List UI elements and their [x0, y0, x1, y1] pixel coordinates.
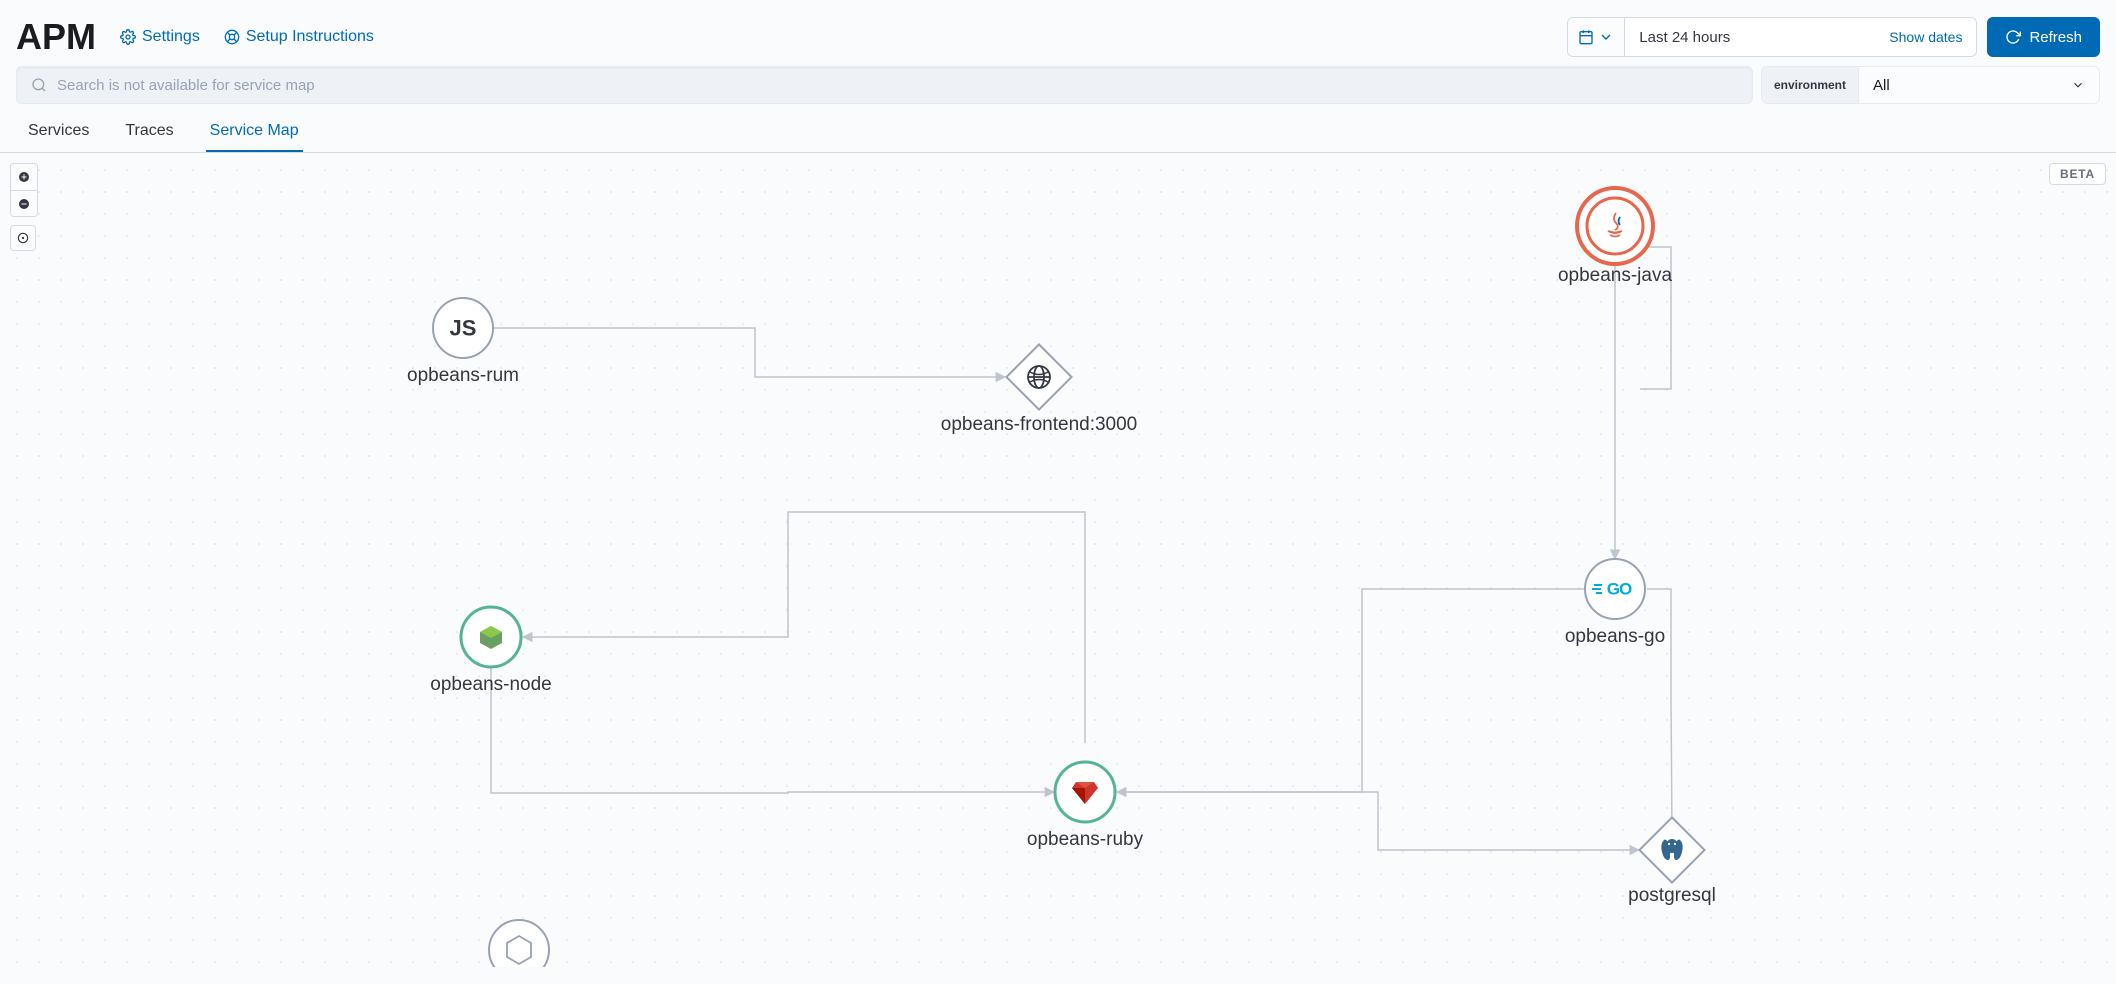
- node-label: opbeans-rum: [407, 365, 519, 386]
- settings-link[interactable]: Settings: [120, 28, 200, 46]
- setup-link[interactable]: Setup Instructions: [224, 28, 374, 46]
- fit-view-button[interactable]: [10, 225, 36, 251]
- header-right: Last 24 hours Show dates Refresh: [1567, 17, 2100, 57]
- edge-node-ruby: [491, 668, 1054, 793]
- refresh-button[interactable]: Refresh: [1987, 17, 2100, 57]
- node-opbeans-frontend[interactable]: opbeans-frontend:3000: [941, 344, 1138, 435]
- node-label: opbeans-go: [1565, 626, 1665, 647]
- node-opbeans-go[interactable]: GO opbeans-go: [1565, 559, 1665, 647]
- node-opbeans-ruby[interactable]: opbeans-ruby: [1027, 762, 1144, 850]
- refresh-icon: [2005, 29, 2021, 45]
- chevron-down-icon: [2071, 78, 2085, 92]
- plus-icon: [18, 171, 30, 183]
- service-map-canvas[interactable]: BETA JS opbeans-rum: [0, 153, 2116, 967]
- node-postgresql[interactable]: postgresql: [1628, 817, 1716, 906]
- settings-label: Settings: [142, 28, 200, 46]
- chevron-down-icon: [1598, 29, 1614, 45]
- search-placeholder: Search is not available for service map: [57, 77, 315, 94]
- node-label: opbeans-frontend:3000: [941, 414, 1138, 435]
- environment-label: environment: [1762, 67, 1859, 103]
- setup-label: Setup Instructions: [246, 28, 374, 46]
- minus-icon: [18, 198, 30, 210]
- search-icon: [31, 77, 47, 93]
- zoom-in-button[interactable]: [11, 164, 37, 190]
- target-icon: [16, 231, 30, 245]
- datepicker-range[interactable]: Last 24 hours: [1625, 18, 1875, 56]
- tab-services[interactable]: Services: [24, 112, 93, 152]
- header: APM Settings Setup Instructions Last 24 …: [0, 0, 2116, 66]
- refresh-label: Refresh: [2029, 29, 2082, 46]
- tab-service-map[interactable]: Service Map: [206, 112, 303, 152]
- environment-filter: environment All: [1761, 66, 2100, 104]
- service-map-svg[interactable]: JS opbeans-rum opbeans-frontend:3000: [0, 153, 2116, 967]
- edge-ruby-postgres: [1118, 792, 1639, 850]
- node-unknown[interactable]: [489, 920, 549, 967]
- js-icon: JS: [450, 316, 477, 341]
- node-label: opbeans-ruby: [1027, 829, 1144, 850]
- node-opbeans-node[interactable]: opbeans-node: [430, 607, 552, 695]
- node-opbeans-rum[interactable]: JS opbeans-rum: [407, 298, 519, 386]
- environment-value: All: [1873, 77, 1890, 94]
- node-opbeans-java[interactable]: opbeans-java: [1558, 188, 1673, 286]
- search-input: Search is not available for service map: [16, 66, 1753, 104]
- datepicker-quick-button[interactable]: [1568, 18, 1625, 56]
- tabs: Services Traces Service Map: [0, 112, 2116, 153]
- filter-row: Search is not available for service map …: [0, 66, 2116, 112]
- show-dates-button[interactable]: Show dates: [1875, 18, 1976, 56]
- edge-go-ruby: [1117, 589, 1584, 792]
- go-icon: GO: [1607, 580, 1632, 599]
- node-label: postgresql: [1628, 885, 1716, 906]
- lifering-icon: [224, 29, 240, 45]
- environment-select[interactable]: All: [1859, 67, 2099, 103]
- calendar-icon: [1578, 29, 1594, 45]
- edge-rum-frontend: [494, 328, 1005, 377]
- datepicker: Last 24 hours Show dates: [1567, 17, 1977, 57]
- tab-traces[interactable]: Traces: [121, 112, 177, 152]
- node-label: opbeans-node: [430, 674, 552, 695]
- gear-icon: [120, 29, 136, 45]
- edge-ruby-node: [523, 512, 1085, 743]
- node-label: opbeans-java: [1558, 265, 1673, 286]
- zoom-controls: [10, 163, 38, 251]
- header-left: APM Settings Setup Instructions: [16, 16, 374, 58]
- zoom-out-button[interactable]: [11, 190, 37, 216]
- app-title: APM: [16, 16, 96, 58]
